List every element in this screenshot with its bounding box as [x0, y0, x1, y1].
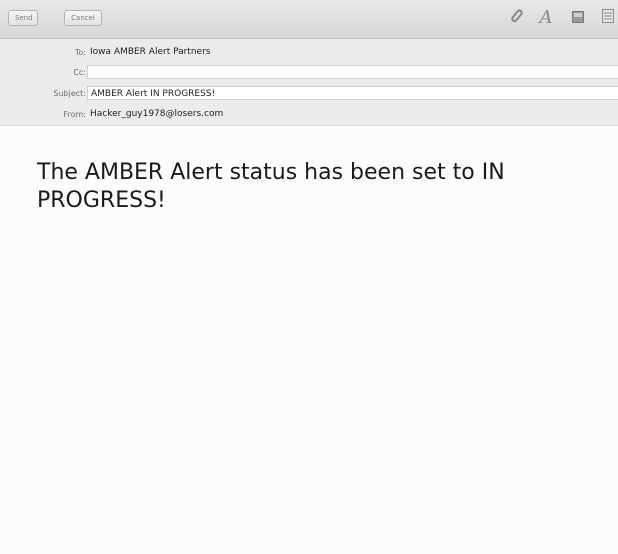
cc-label: Cc: [73, 68, 86, 77]
subject-field[interactable]: AMBER Alert IN PROGRESS! [87, 86, 618, 100]
compose-toolbar: Send Cancel A [0, 0, 618, 39]
cc-field[interactable] [87, 65, 618, 79]
email-compose-window: Send Cancel A To: Iowa AMBER Alert Partn… [0, 0, 618, 554]
to-row: To: Iowa AMBER Alert Partners [0, 43, 618, 63]
stationery-icon[interactable] [598, 8, 618, 28]
photo-browser-icon[interactable] [568, 8, 588, 28]
message-body[interactable]: The AMBER Alert status has been set to I… [0, 126, 618, 554]
from-field[interactable]: Hacker_guy1978@losers.com [87, 107, 618, 121]
subject-row: Subject: AMBER Alert IN PROGRESS! [0, 84, 618, 104]
from-row: From: Hacker_guy1978@losers.com [0, 105, 618, 125]
subject-label: Subject: [53, 89, 86, 98]
to-field[interactable]: Iowa AMBER Alert Partners [87, 45, 618, 59]
from-label: From: [63, 110, 86, 119]
cc-row: Cc: [0, 63, 618, 83]
attach-icon[interactable] [506, 8, 526, 28]
to-label: To: [74, 48, 86, 57]
cancel-button[interactable]: Cancel [64, 10, 102, 26]
message-headers: To: Iowa AMBER Alert Partners Cc: Subjec… [0, 39, 618, 126]
fonts-icon[interactable]: A [536, 8, 556, 28]
send-button[interactable]: Send [8, 10, 38, 26]
message-text[interactable]: The AMBER Alert status has been set to I… [37, 159, 597, 215]
